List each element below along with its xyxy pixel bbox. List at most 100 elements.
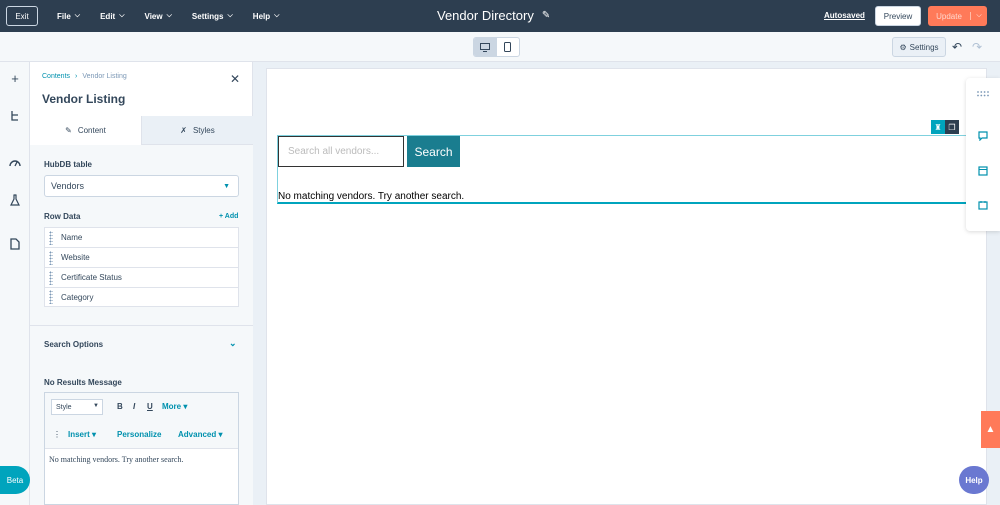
- tree-icon[interactable]: [5, 106, 25, 126]
- menu-label: Settings: [191, 11, 224, 21]
- chevron-down-icon: ⌵: [227, 12, 233, 19]
- breadcrumb: Contents › Vendor Listing: [42, 73, 127, 80]
- close-icon[interactable]: ✕: [230, 72, 240, 86]
- right-rail: [966, 78, 1000, 231]
- breadcrumb-separator: ›: [75, 73, 78, 80]
- drag-handle-icon[interactable]: [49, 270, 53, 285]
- clone-icon[interactable]: ❐: [945, 120, 959, 134]
- browser-icon[interactable]: [977, 165, 989, 177]
- autosaved-link[interactable]: Autosaved: [824, 11, 865, 20]
- menu-help[interactable]: Help ⌵: [253, 12, 280, 21]
- caret-down-icon: ▼: [93, 403, 99, 409]
- row-data-list: Name Website Certificate Status Category: [44, 227, 239, 307]
- more-menu[interactable]: More ▾: [162, 402, 187, 411]
- menu-label: View: [144, 11, 163, 21]
- divider: [30, 325, 253, 326]
- italic-button[interactable]: I: [133, 402, 135, 411]
- document-title-text: Vendor Directory: [437, 8, 534, 23]
- module-panel: Contents › Vendor Listing ✕ Vendor Listi…: [30, 62, 253, 505]
- no-results-text: No matching vendors. Try another search.: [278, 191, 465, 202]
- bold-button[interactable]: B: [117, 402, 123, 411]
- preview-button[interactable]: Preview: [875, 6, 921, 26]
- desktop-icon[interactable]: [474, 38, 497, 56]
- hubdb-select-value: Vendors: [51, 181, 85, 191]
- tab-label: Content: [77, 126, 106, 135]
- page-canvas: [266, 68, 987, 505]
- no-results-label: No Results Message: [44, 378, 122, 387]
- section-label: Search Options: [44, 340, 104, 349]
- search-options-section[interactable]: Search Options ⌄: [30, 327, 253, 362]
- flask-icon[interactable]: [5, 190, 25, 210]
- top-bar: Exit File ⌵ Edit ⌵ View ⌵ Settings ⌵ Help ⌵ V…: [0, 0, 1000, 32]
- help-button[interactable]: Help: [959, 466, 989, 494]
- hubdb-select[interactable]: Vendors ▼: [44, 175, 239, 197]
- module-icon[interactable]: ♜: [931, 120, 945, 134]
- menu-label: File: [57, 11, 71, 21]
- more-label: More: [162, 402, 182, 411]
- insert-menu[interactable]: Insert ▾: [68, 430, 96, 439]
- settings-label: Settings: [909, 42, 939, 52]
- undo-icon[interactable]: ↶: [952, 40, 962, 54]
- rte-toolbar: Style ▼ B I U More ▾ ⋮ Insert ▾ Personal…: [45, 393, 238, 449]
- add-icon[interactable]: +: [5, 68, 25, 88]
- feedback-icon[interactable]: ▲: [981, 411, 1000, 448]
- style-select[interactable]: Style ▼: [51, 399, 103, 415]
- menu-edit[interactable]: Edit ⌵: [100, 12, 124, 21]
- module-tools: ♜ ❐: [931, 120, 963, 134]
- tab-styles[interactable]: ✗ Styles: [141, 116, 253, 145]
- speedometer-icon[interactable]: [5, 152, 25, 172]
- menu-label: Edit: [100, 11, 116, 21]
- caret-down-icon: ▼: [223, 183, 230, 190]
- list-item[interactable]: Category: [44, 287, 239, 307]
- add-row-link[interactable]: + Add: [219, 213, 238, 220]
- rte-content[interactable]: No matching vendors. Try another search.: [45, 449, 238, 470]
- tab-label: Styles: [192, 125, 215, 135]
- advanced-label: Advanced: [178, 430, 217, 439]
- grid-icon[interactable]: [977, 88, 989, 100]
- insert-label: Insert: [68, 430, 90, 439]
- page-icon[interactable]: [5, 234, 25, 254]
- left-rail: +: [0, 62, 30, 505]
- row-data-label: Row Data: [44, 212, 81, 221]
- menu-view[interactable]: View ⌵: [145, 12, 172, 21]
- mobile-icon[interactable]: [497, 38, 520, 56]
- gear-icon: ⚙: [899, 42, 907, 52]
- redo-icon[interactable]: ↷: [972, 40, 982, 54]
- document-title[interactable]: Vendor Directory ✎: [437, 8, 550, 23]
- personalize-button[interactable]: Personalize: [117, 430, 161, 439]
- styles-icon: ✗: [180, 125, 187, 135]
- row-label: Category: [61, 292, 94, 302]
- advanced-menu[interactable]: Advanced ▾: [178, 430, 222, 439]
- chevron-down-icon[interactable]: ⌵: [970, 12, 987, 20]
- panel-tabs: ✎ Content ✗ Styles: [30, 116, 253, 145]
- list-item[interactable]: Certificate Status: [44, 267, 239, 287]
- hubdb-label: HubDB table: [44, 160, 92, 169]
- pencil-icon[interactable]: ✎: [542, 10, 550, 21]
- update-button[interactable]: Update ⌵: [928, 6, 987, 26]
- beta-badge[interactable]: Beta: [0, 466, 30, 494]
- drag-handle-icon[interactable]: [49, 250, 53, 265]
- search-button[interactable]: Search: [407, 136, 460, 167]
- drag-handle-icon[interactable]: [49, 230, 53, 245]
- menu-file[interactable]: File ⌵: [57, 12, 80, 21]
- comment-icon[interactable]: [977, 130, 989, 142]
- calendar-icon[interactable]: [977, 199, 989, 211]
- drag-handle-icon[interactable]: [49, 290, 53, 304]
- chevron-down-icon: ⌵: [119, 12, 125, 19]
- rich-text-editor: Style ▼ B I U More ▾ ⋮ Insert ▾ Personal…: [44, 392, 239, 505]
- underline-button[interactable]: U: [147, 402, 153, 411]
- chevron-down-icon: ⌵: [274, 12, 280, 19]
- menu-settings[interactable]: Settings ⌵: [192, 12, 233, 21]
- exit-button[interactable]: Exit: [6, 6, 38, 26]
- row-label: Website: [61, 253, 90, 262]
- settings-button[interactable]: ⚙ Settings: [892, 37, 946, 57]
- breadcrumb-contents[interactable]: Contents: [42, 73, 70, 80]
- update-label[interactable]: Update: [928, 12, 970, 21]
- menu-label: Help: [252, 11, 271, 21]
- chevron-down-icon[interactable]: ⌄: [229, 338, 237, 349]
- list-item[interactable]: Website: [44, 247, 239, 267]
- style-select-value: Style: [56, 403, 72, 411]
- list-item[interactable]: Name: [44, 227, 239, 247]
- tab-content[interactable]: ✎ Content: [30, 116, 141, 145]
- search-input[interactable]: Search all vendors...: [278, 136, 404, 167]
